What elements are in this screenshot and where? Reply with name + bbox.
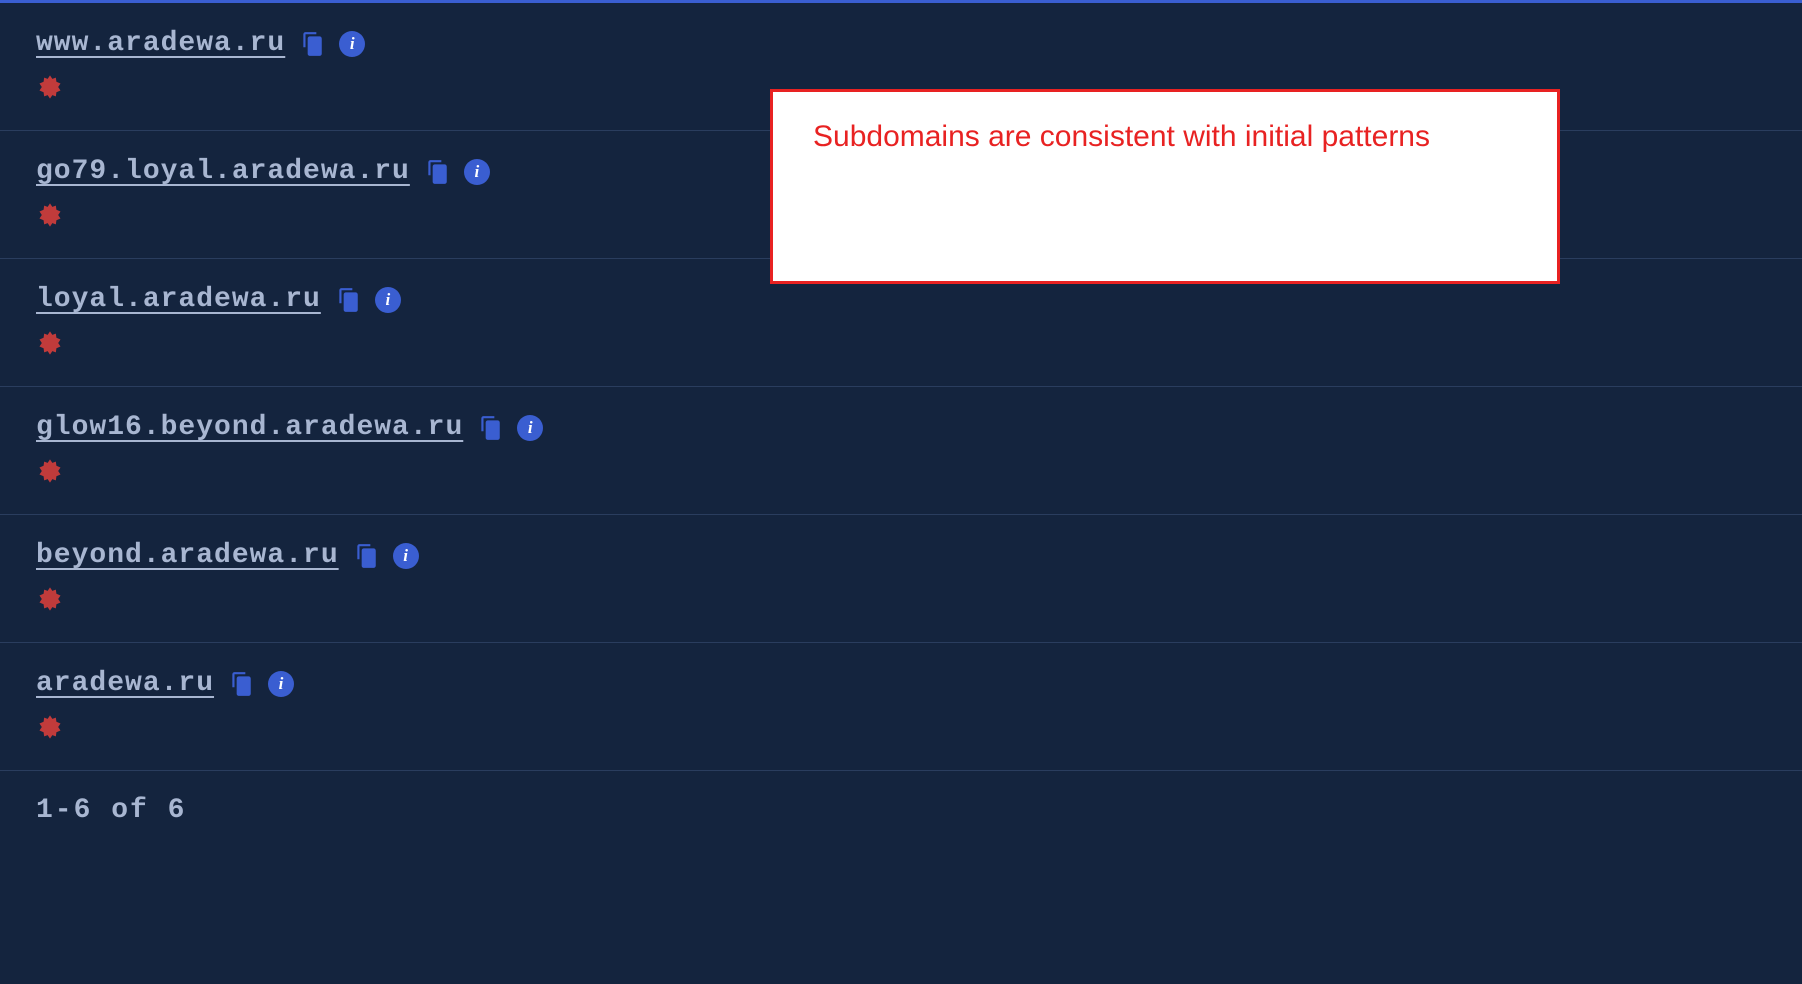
list-item: beyond.aradewa.ru i: [0, 515, 1802, 643]
list-item-header: aradewa.ru i: [36, 668, 1766, 699]
pagination-status: 1-6 of 6: [0, 771, 1802, 850]
annotation-callout: Subdomains are consistent with initial p…: [770, 89, 1560, 284]
list-item: aradewa.ru i: [0, 643, 1802, 771]
copy-icon[interactable]: [228, 671, 254, 697]
list-item: glow16.beyond.aradewa.ru i: [0, 387, 1802, 515]
domain-link[interactable]: glow16.beyond.aradewa.ru: [36, 412, 463, 443]
copy-icon[interactable]: [424, 159, 450, 185]
info-icon[interactable]: i: [268, 671, 294, 697]
copy-icon[interactable]: [299, 31, 325, 57]
results-page: www.aradewa.ru i go79.loyal.aradewa.ru i: [0, 0, 1802, 984]
domain-link[interactable]: aradewa.ru: [36, 668, 214, 699]
threat-icon: [36, 457, 64, 485]
domain-link[interactable]: loyal.aradewa.ru: [36, 284, 321, 315]
copy-icon[interactable]: [477, 415, 503, 441]
threat-icon: [36, 329, 64, 357]
copy-icon[interactable]: [335, 287, 361, 313]
threat-icon: [36, 585, 64, 613]
threat-icon: [36, 713, 64, 741]
info-icon[interactable]: i: [464, 159, 490, 185]
list-item-header: beyond.aradewa.ru i: [36, 540, 1766, 571]
list-item-header: loyal.aradewa.ru i: [36, 284, 1766, 315]
domain-link[interactable]: beyond.aradewa.ru: [36, 540, 339, 571]
threat-icon: [36, 73, 64, 101]
info-icon[interactable]: i: [517, 415, 543, 441]
threat-icon: [36, 201, 64, 229]
domain-link[interactable]: www.aradewa.ru: [36, 28, 285, 59]
domain-link[interactable]: go79.loyal.aradewa.ru: [36, 156, 410, 187]
copy-icon[interactable]: [353, 543, 379, 569]
info-icon[interactable]: i: [393, 543, 419, 569]
info-icon[interactable]: i: [339, 31, 365, 57]
list-item-header: www.aradewa.ru i: [36, 28, 1766, 59]
info-icon[interactable]: i: [375, 287, 401, 313]
annotation-text: Subdomains are consistent with initial p…: [813, 120, 1430, 153]
list-item-header: glow16.beyond.aradewa.ru i: [36, 412, 1766, 443]
